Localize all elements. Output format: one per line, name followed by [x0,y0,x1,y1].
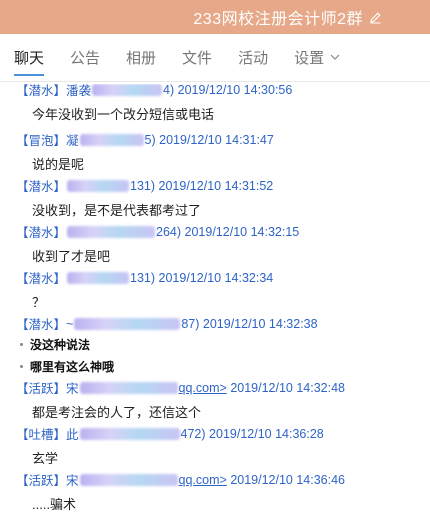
blurred-username [92,84,163,96]
blurred-username [79,427,180,440]
member-name: 凝 [66,134,79,148]
member-role: 【潜水】 [16,318,67,332]
message-header: 【冒泡】 凝 5) 2019/12/10 14:31:47 [16,130,274,149]
message-header: 【吐槽】 此 472) 2019/12/10 14:36:28 [16,424,324,443]
title-bar: 233网校注册会计师2群 [0,0,430,34]
message-header: 【潜水】 131) 2019/12/10 14:31:52 [16,176,273,195]
tab-announcements[interactable]: 公告 [70,34,100,82]
message-header: 【潜水】 潘袭 4) 2019/12/10 14:30:56 [16,84,292,99]
tab-activities[interactable]: 活动 [238,34,268,82]
tab-album[interactable]: 相册 [126,34,156,82]
member-email[interactable]: qq.com> [179,473,227,487]
member-role: 【潜水】 [16,272,67,286]
tab-files[interactable]: 文件 [182,34,212,82]
member-id[interactable]: 5) [145,133,156,147]
tab-label: 聊天 [14,50,45,67]
blurred-username [67,179,130,192]
message-list[interactable]: 【潜水】 潘袭 4) 2019/12/10 14:30:56 今年没收到一个改分… [0,84,430,513]
member-role: 【潜水】 [16,180,67,194]
chevron-down-icon [330,54,340,61]
message-time: 2019/12/10 14:31:52 [158,178,274,193]
member-id[interactable]: 131) [130,179,155,193]
member-name: 宋 [66,382,79,396]
member-role: 【活跃】 [16,382,67,396]
member-id[interactable]: 472) [181,427,206,441]
member-id[interactable]: 264) [156,225,181,239]
message-text: .....骗术 [32,497,77,512]
tab-label: 活动 [238,50,269,67]
message-time: 2019/12/10 14:32:15 [184,224,300,239]
blurred-username [74,317,181,330]
list-item: 没这种说法 [20,336,90,353]
message-time: 2019/12/10 14:32:34 [158,270,274,285]
message-header: 【活跃】 宋 qq.com> 2019/12/10 14:32:48 [16,378,345,397]
bullet-text: 没这种说法 [30,338,91,352]
member-name: ~ [66,316,74,331]
blurred-username [79,133,144,146]
message-text: ？ [32,295,46,310]
member-email[interactable]: qq.com> [179,381,227,395]
member-id[interactable]: 131) [130,271,155,285]
bullet-text: 哪里有这么神哦 [30,360,115,374]
bullet-icon [20,365,23,368]
member-role: 【吐槽】 [16,428,67,442]
pencil-icon[interactable] [369,11,382,24]
member-name: 宋 [66,474,79,488]
message-text: 没收到，是不是代表都考过了 [32,203,202,218]
tab-label: 文件 [182,50,213,67]
member-role: 【潜水】 [16,226,67,240]
message-text: 玄学 [32,451,59,466]
member-name: 潘袭 [66,84,92,98]
member-id[interactable]: 4) [163,84,174,97]
message-time: 2019/12/10 14:36:28 [209,426,324,441]
tab-label: 设置 [294,50,325,67]
blurred-username [67,225,156,238]
message-time: 2019/12/10 14:32:38 [202,316,318,331]
message-header: 【潜水】 ~ 87) 2019/12/10 14:32:38 [16,314,318,333]
blurred-username [79,381,178,394]
blurred-username [67,271,130,284]
member-name: 此 [66,428,79,442]
message-text: 收到了才是吧 [32,249,111,264]
member-role: 【潜水】 [16,84,67,98]
message-time: 2019/12/10 14:30:56 [177,84,293,97]
message-header: 【活跃】 宋 qq.com> 2019/12/10 14:36:46 [16,470,345,489]
message-time: 2019/12/10 14:31:47 [159,132,274,147]
tab-bar: 聊天 公告 相册 文件 活动 设置 [0,34,430,82]
member-role: 【活跃】 [16,474,67,488]
member-id[interactable]: 87) [181,317,199,331]
message-text: 今年没收到一个改分短信或电话 [32,107,215,122]
list-item: 哪里有这么神哦 [20,358,114,375]
message-time: 2019/12/10 14:36:46 [230,472,346,487]
message-time: 2019/12/10 14:32:48 [230,380,346,395]
bullet-icon [20,343,23,346]
blurred-username [79,473,178,486]
message-header: 【潜水】 264) 2019/12/10 14:32:15 [16,222,299,241]
tab-chat[interactable]: 聊天 [14,34,45,82]
message-header: 【潜水】 131) 2019/12/10 14:32:34 [16,268,273,287]
tab-settings[interactable]: 设置 [294,34,340,82]
tab-label: 公告 [70,50,101,67]
tab-label: 相册 [126,50,157,67]
member-role: 【冒泡】 [16,134,67,148]
group-title: 233网校注册会计师2群 [193,11,363,28]
message-text: 说的是呢 [32,157,85,172]
message-text: 都是考注会的人了，还信这个 [32,405,202,420]
